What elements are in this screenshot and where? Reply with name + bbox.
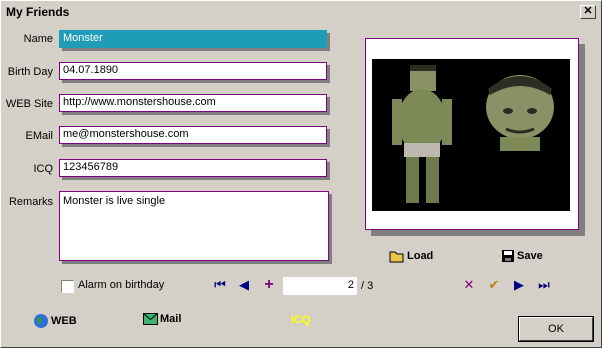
prior-record-button[interactable]: ◀ (237, 277, 251, 292)
email-label: EMail (25, 130, 53, 142)
prior-icon: ◀ (239, 277, 249, 292)
mail-label: Mail (160, 313, 182, 325)
birthday-label: Birth Day (7, 66, 53, 78)
icq-label: ICQ (33, 163, 53, 175)
last-icon: ⏭ (538, 277, 550, 292)
record-total: / 3 (361, 280, 374, 292)
alarm-checkbox[interactable] (61, 280, 74, 293)
insert-icon: + (264, 276, 274, 293)
post-record-button[interactable]: ✔ (487, 277, 501, 292)
envelope-icon (143, 313, 158, 325)
birthday-field[interactable]: 04.07.1890 (59, 62, 327, 80)
icq-button[interactable]: ICQ (291, 314, 311, 326)
window-title: My Friends (6, 5, 70, 19)
last-record-button[interactable]: ⏭ (537, 277, 551, 292)
web-label: WEB (51, 315, 77, 327)
floppy-disk-icon (502, 250, 514, 262)
website-field[interactable]: http://www.monstershouse.com (59, 94, 327, 112)
load-button[interactable]: Load (389, 249, 433, 263)
web-button[interactable]: WEB (33, 313, 77, 329)
ok-button[interactable]: OK (519, 317, 593, 341)
remarks-field[interactable]: Monster is live single (59, 191, 329, 261)
email-field[interactable]: me@monstershouse.com (59, 126, 327, 144)
record-number-field[interactable]: 2 (283, 277, 357, 295)
delete-icon: ✕ (463, 277, 475, 292)
ok-label: OK (548, 323, 564, 335)
monster-illustration (392, 65, 554, 203)
first-record-button[interactable]: ⏮ (213, 277, 227, 292)
mail-button[interactable]: Mail (143, 313, 181, 325)
first-icon: ⏮ (214, 277, 226, 292)
icq-link-label: ICQ (291, 314, 311, 326)
name-label: Name (23, 33, 53, 45)
save-label: Save (517, 250, 543, 262)
monster-photo (372, 59, 570, 211)
my-friends-window: My Friends ✕ Name Birth Day WEB Site EMa… (0, 0, 602, 348)
remarks-label: Remarks (8, 196, 53, 208)
website-label: WEB Site (5, 98, 53, 110)
insert-record-button[interactable]: + (262, 276, 276, 293)
next-icon: ▶ (514, 277, 524, 292)
next-record-button[interactable]: ▶ (512, 277, 526, 292)
folder-open-icon (389, 251, 404, 263)
close-button[interactable]: ✕ (580, 5, 596, 19)
post-icon: ✔ (488, 277, 500, 292)
icq-field[interactable]: 123456789 (59, 159, 327, 177)
delete-record-button[interactable]: ✕ (462, 277, 476, 292)
close-icon: ✕ (583, 5, 593, 17)
name-field[interactable]: Monster (59, 30, 327, 48)
globe-icon (34, 314, 48, 328)
photo-frame (365, 38, 579, 230)
load-label: Load (407, 250, 434, 262)
save-button[interactable]: Save (501, 249, 543, 263)
title-bar[interactable]: My Friends ✕ (3, 3, 599, 22)
alarm-label: Alarm on birthday (78, 279, 165, 291)
